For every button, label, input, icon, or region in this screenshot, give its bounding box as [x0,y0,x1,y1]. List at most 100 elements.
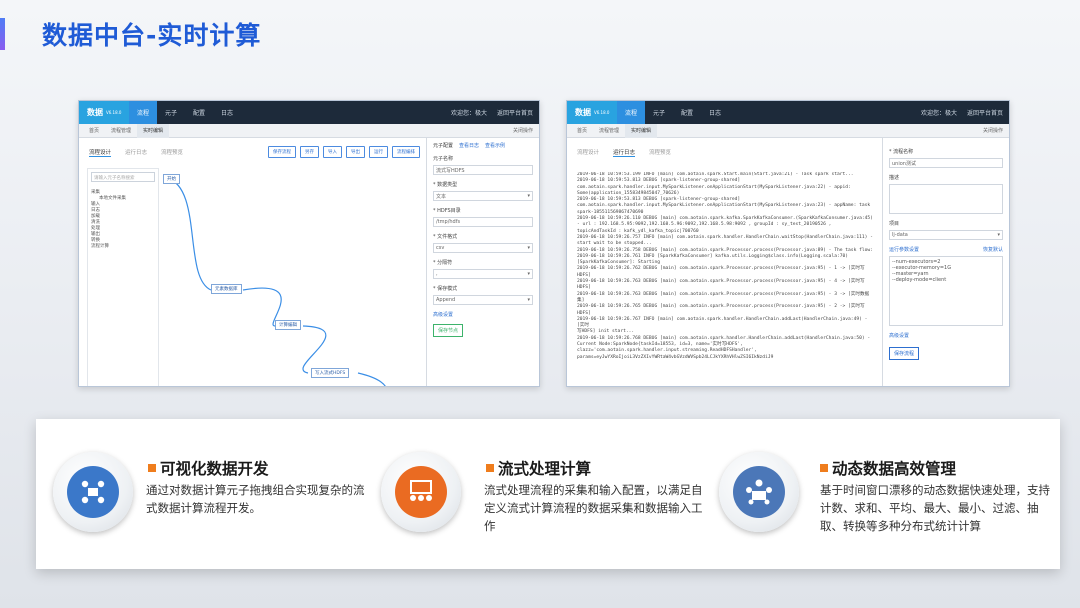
chevron-down-icon: ▾ [527,245,530,251]
top-nav: 数据 V6.18.0 流程 元子 配置 日志 欢迎您：极大 返回平台首页 [79,101,539,124]
flow-node-end[interactable]: 结束 [405,386,420,387]
save-node-button[interactable]: 保存节点 [433,324,463,337]
app-logo[interactable]: 数据 V6.18.0 [567,101,617,124]
tab-bar: 首页 流程管理 实时编辑 关闭操作 [567,123,1009,138]
nav-config[interactable]: 配置 [185,101,213,124]
chevron-down-icon: ▾ [527,271,530,277]
log-line: 2019-06-18 10:59:26.762 DEBUG [main] com… [577,266,865,278]
flow-node-hdfs[interactable]: 写入流式HDFS [311,368,350,378]
feature-icon-frame [53,452,133,532]
subtab-log[interactable]: 运行日志 [613,148,636,157]
flow-name-input[interactable]: union测试 [889,158,1003,168]
subtab-design[interactable]: 流程设计 [89,148,112,157]
nav-element[interactable]: 元子 [645,101,673,124]
panel-tab-example[interactable]: 查看示例 [485,142,505,149]
presentation-icon [395,466,447,518]
import-button[interactable]: 导入 [323,146,342,158]
field-label: 项目 [889,221,900,227]
nav-config[interactable]: 配置 [673,101,701,124]
tree-search-input[interactable]: 请输入元子名称搜索 [91,172,155,182]
log-line: 2019-06-18 10:59:26.767 INFO [main] com.… [577,316,868,329]
feature-stream: 流式处理计算 流式处理流程的采集和输入配置，以满足自定义流式计算流程的数据采集和… [376,419,716,569]
feature-title: 动态数据高效管理 [820,457,956,479]
nav-flow[interactable]: 流程 [129,101,158,124]
feature-card: 可视化数据开发 通过对数据计算元子拖拽组合实现复杂的流式数据计算流程开发。 流式… [36,419,1060,569]
field-label: * 分隔符 [433,260,453,266]
element-name-input[interactable]: 流式写HDFS [433,165,533,175]
log-line: 2019-06-18 10:59:26.765 DEBUG [main] com… [577,304,865,316]
log-line: com.aotain.spark.handler.input.MySparkLi… [577,184,851,190]
field-label: * 数据类型 [433,182,458,188]
panel-tab-log[interactable]: 查看日志 [459,142,479,149]
close-tabs-button[interactable]: 关闭操作 [513,127,539,134]
field-label: * 保存模式 [433,286,458,292]
feature-desc: 基于时间窗口漂移的动态数据快速处理，支持计数、求和、平均、最大、最小、过滤、抽取… [820,483,1050,533]
project-select[interactable]: lj-data ▾ [889,230,1003,240]
advanced-settings-link[interactable]: 高级设置 [889,332,1003,339]
return-home-link[interactable]: 返回平台首页 [497,108,533,117]
page-title: 数据中台-实时计算 [42,21,262,50]
nav-flow[interactable]: 流程 [617,101,646,124]
feature-desc: 通过对数据计算元子拖拽组合实现复杂的流式数据计算流程开发。 [146,483,365,515]
params-label[interactable]: 运行参数设置 [889,246,919,253]
subtab-preview[interactable]: 流程预览 [161,148,183,157]
advanced-settings-link[interactable]: 高级设置 [433,311,533,318]
export-button[interactable]: 导出 [346,146,365,158]
file-format-select[interactable]: csv ▾ [433,243,533,253]
flow-node-compute[interactable]: 计算编辑 [275,320,301,330]
data-type-select[interactable]: 文本 ▾ [433,191,533,201]
chevron-down-icon: ▾ [527,193,530,199]
log-line: 2019-06-18 10:59:26.758 DEBUG [main] com… [577,247,873,253]
field-label: 描述 [889,175,900,181]
panel-tab-config[interactable]: 元子配置 [433,142,453,149]
flow-connections [166,177,386,386]
run-params-textarea[interactable]: --num-executors=2 --executor-memory=1G --m… [889,256,1003,326]
team-icon [733,466,785,518]
log-line: 2019-06-18 10:59:26.763 DEBUG [main] com… [577,279,865,291]
log-line: com.aotain.spark.handler.input.MySparkLi… [577,203,871,209]
tab-home[interactable]: 首页 [83,124,105,138]
hdfs-dir-input[interactable]: /tmp/hdfs [433,217,533,227]
close-tabs-button[interactable]: 关闭操作 [983,127,1009,134]
save-flow-button[interactable]: 保存流程 [889,347,919,360]
run-button[interactable]: 运行 [369,146,388,158]
subtab-log[interactable]: 运行日志 [125,148,147,157]
description-input[interactable] [889,184,1003,214]
subtab-preview[interactable]: 流程预览 [649,148,671,157]
subtab-design[interactable]: 流程设计 [577,148,599,157]
feature-title: 可视化数据开发 [148,457,269,479]
save-as-button[interactable]: 另存 [300,146,319,158]
feature-icon-frame [381,452,461,532]
nav-log[interactable]: 日志 [213,101,241,124]
tab-home[interactable]: 首页 [571,124,593,138]
tree-item[interactable]: 流程计算 [91,244,155,250]
save-mode-select[interactable]: Append ▾ [433,295,533,305]
flow-config-panel: * 流程名称 union测试 描述 项目 lj-data ▾ 运行参数设置 恢复默… [883,138,1009,386]
chevron-down-icon: ▾ [997,232,1000,238]
flow-node-db[interactable]: 元素数据库 [211,284,242,294]
tab-realtime-edit[interactable]: 实时编辑 [625,123,658,138]
field-label: * HDFS目录 [433,208,461,214]
flow-node-start[interactable]: 开始 [163,174,180,184]
delimiter-select[interactable]: , ▾ [433,269,533,279]
return-home-link[interactable]: 返回平台首页 [967,108,1003,117]
log-line: params=eyJwYXRoIjoiL3VzZXIvYWRtaW4vbGVzd… [577,354,774,360]
meeting-icon [67,466,119,518]
tab-bar: 首页 流程管理 实时编辑 关闭操作 [79,123,539,138]
chevron-down-icon: ▾ [527,297,530,303]
app-logo[interactable]: 数据 V6.18.0 [79,101,129,124]
nav-log[interactable]: 日志 [701,101,729,124]
reset-default-link[interactable]: 恢复默认 [983,246,1003,253]
run-log-text: 2019-06-18 10:59:53.199 INFO [main] com.… [577,172,874,382]
orchestrate-button[interactable]: 流程编排 [392,146,420,158]
tab-flow-manage[interactable]: 流程管理 [593,124,625,138]
tab-realtime-edit[interactable]: 实时编辑 [137,123,170,138]
tab-flow-manage[interactable]: 流程管理 [105,124,137,138]
feature-dynamic: 动态数据高效管理 基于时间窗口漂移的动态数据快速处理，支持计数、求和、平均、最大… [716,419,1060,569]
nav-element[interactable]: 元子 [157,101,185,124]
param-line: --deploy-mode=client [892,277,947,283]
feature-desc: 流式处理流程的采集和输入配置，以满足自定义流式计算流程的数据采集和数据输入工作 [484,483,703,533]
element-tree: 请输入元子名称搜索 采集 本地文件采集 输入 日志 加载 清洗 处理 输出 转换… [87,168,159,386]
save-flow-button[interactable]: 保存流程 [268,146,296,158]
feature-title: 流式处理计算 [486,457,591,479]
